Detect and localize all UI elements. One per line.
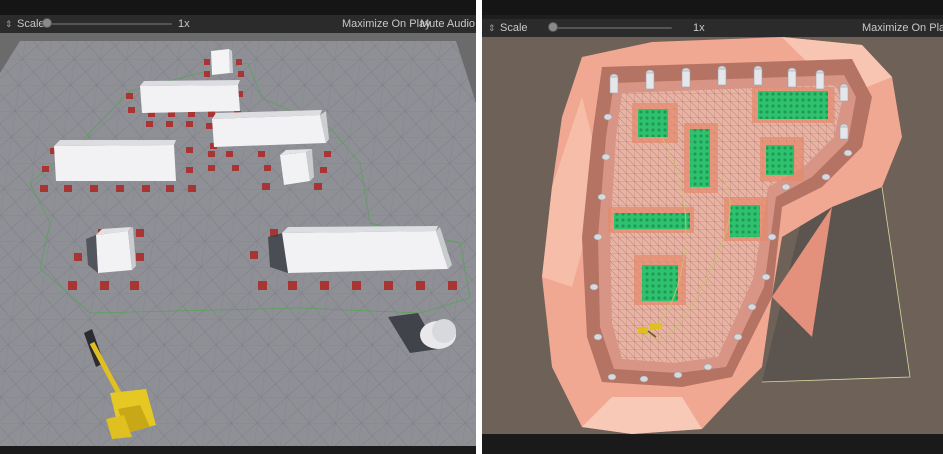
panel-top-strip xyxy=(0,0,476,15)
construction-site-scene xyxy=(0,33,476,446)
scale-value: 1x xyxy=(693,22,705,34)
terrain-scene xyxy=(482,37,943,434)
maximize-on-play-button[interactable]: Maximize On Play xyxy=(862,19,943,37)
right-game-view-toolbar: ⇕ Scale 1x Maximize On Play xyxy=(482,19,943,37)
panel-bottom-bar xyxy=(0,446,476,454)
panel-bottom-bar xyxy=(482,434,943,454)
scale-value: 1x xyxy=(178,18,190,30)
scale-slider[interactable] xyxy=(44,23,172,25)
panel-top-strip xyxy=(482,0,943,15)
mute-audio-button[interactable]: Mute Audio xyxy=(420,15,475,33)
scale-label: Scale xyxy=(17,18,45,30)
drag-handle-icon[interactable]: ⇕ xyxy=(488,19,496,37)
right-game-view-panel: ⇕ Scale 1x Maximize On Play xyxy=(482,0,943,454)
drag-handle-icon[interactable]: ⇕ xyxy=(5,15,13,33)
right-scene-viewport[interactable] xyxy=(482,37,943,434)
maximize-on-play-button[interactable]: Maximize On Play xyxy=(342,15,431,33)
left-game-view-toolbar: ⇕ Scale 1x Maximize On Play Mute Audio xyxy=(0,15,476,33)
scale-label: Scale xyxy=(500,22,528,34)
scale-slider[interactable] xyxy=(550,27,672,29)
scale-slider-thumb[interactable] xyxy=(548,22,558,32)
left-game-view-panel: ⇕ Scale 1x Maximize On Play Mute Audio xyxy=(0,0,476,454)
left-scene-viewport[interactable] xyxy=(0,33,476,446)
scale-slider-thumb[interactable] xyxy=(42,18,52,28)
